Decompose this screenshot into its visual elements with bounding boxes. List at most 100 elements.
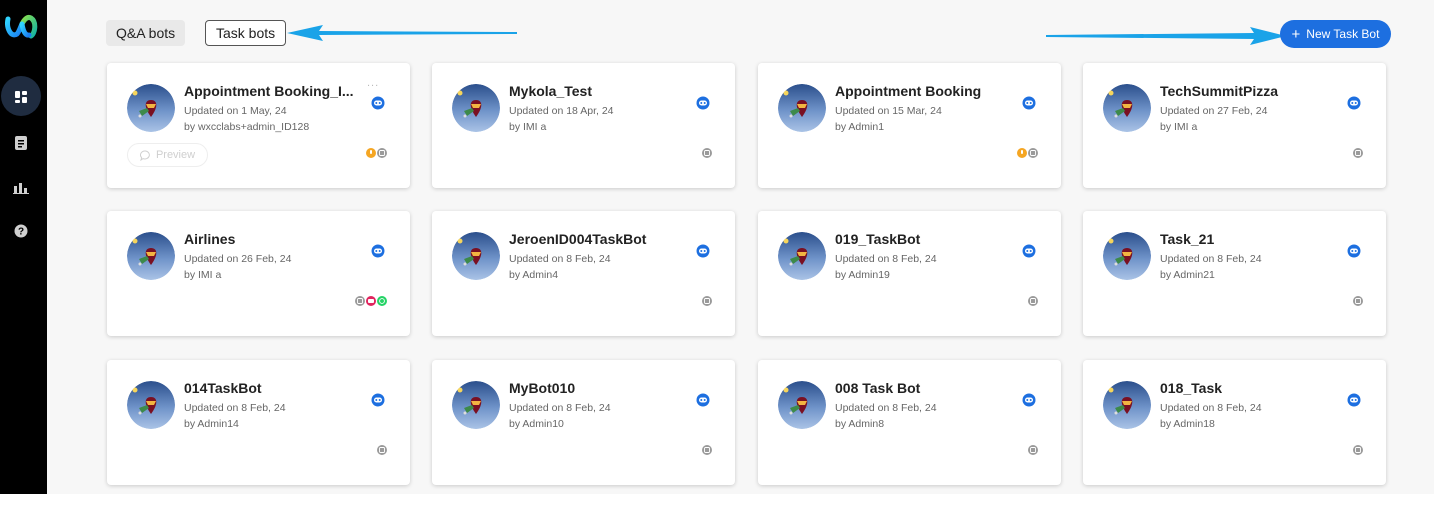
bot-updated: Updated on 18 Apr, 24 xyxy=(509,105,614,117)
bot-name: Mykola_Test xyxy=(509,83,592,99)
bot-type-icon xyxy=(1347,96,1361,110)
bot-card[interactable]: Mykola_Test Updated on 18 Apr, 24 by IMI a xyxy=(432,63,735,188)
bot-card[interactable]: 014TaskBot Updated on 8 Feb, 24 by Admin14 xyxy=(107,360,410,485)
bot-name: TechSummitPizza xyxy=(1160,83,1278,99)
bot-author: by Admin4 xyxy=(509,269,559,281)
bot-avatar xyxy=(452,84,500,132)
bot-updated: Updated on 8 Feb, 24 xyxy=(835,402,937,414)
channel-web-icon xyxy=(1028,296,1038,306)
bot-author: by wxcclabs+admin_ID128 xyxy=(184,121,310,133)
channel-web-icon xyxy=(1028,148,1038,158)
channel-icons xyxy=(366,148,387,158)
bot-avatar xyxy=(778,84,826,132)
channel-icons xyxy=(1353,148,1363,158)
bot-name: JeroenID004TaskBot xyxy=(509,231,647,247)
bot-name: Airlines xyxy=(184,231,236,247)
bot-type-icon xyxy=(371,393,385,407)
dashboard-icon[interactable] xyxy=(10,86,32,108)
channel-web-icon xyxy=(702,296,712,306)
bot-author: by Admin14 xyxy=(184,418,239,430)
bot-name: 019_TaskBot xyxy=(835,231,921,247)
bot-card[interactable]: Appointment Booking Updated on 15 Mar, 24… xyxy=(758,63,1061,188)
bot-author: by IMI a xyxy=(1160,121,1198,133)
bot-type-icon xyxy=(1022,393,1036,407)
bot-name: 018_Task xyxy=(1160,380,1223,396)
svg-text:?: ? xyxy=(18,227,24,238)
bot-avatar xyxy=(778,381,826,429)
bot-avatar xyxy=(1103,232,1151,280)
channel-icons xyxy=(1353,445,1363,455)
preview-button[interactable]: Preview xyxy=(127,143,208,167)
bot-type-icon xyxy=(1347,244,1361,258)
bot-name: Appointment Booking xyxy=(835,83,982,99)
bot-type-icon xyxy=(696,244,710,258)
channel-whatsapp-icon xyxy=(377,296,387,306)
bot-author: by Admin21 xyxy=(1160,269,1215,281)
bot-card[interactable]: 018_Task Updated on 8 Feb, 24 by Admin18 xyxy=(1083,360,1386,485)
bot-updated: Updated on 8 Feb, 24 xyxy=(509,253,611,265)
bot-avatar xyxy=(1103,381,1151,429)
bot-author: by IMI a xyxy=(509,121,547,133)
bot-avatar xyxy=(778,232,826,280)
channel-icons xyxy=(1017,148,1038,158)
channel-voice-icon xyxy=(1017,148,1027,158)
bot-card[interactable]: 019_TaskBot Updated on 8 Feb, 24 by Admin1… xyxy=(758,211,1061,336)
bot-name: 014TaskBot xyxy=(184,380,262,396)
bot-card[interactable]: MyBot010 Updated on 8 Feb, 24 by Admin10 xyxy=(432,360,735,485)
bot-avatar xyxy=(127,381,175,429)
bot-card[interactable]: Task_21 Updated on 8 Feb, 24 by Admin21 xyxy=(1083,211,1386,336)
bot-type-icon xyxy=(371,96,385,110)
bot-updated: Updated on 8 Feb, 24 xyxy=(1160,253,1262,265)
tab-task-bots[interactable]: Task bots xyxy=(205,20,287,46)
bot-type-icon xyxy=(1022,244,1036,258)
bot-avatar xyxy=(127,84,175,132)
help-icon[interactable]: ? xyxy=(10,220,32,242)
bot-type-icon xyxy=(371,244,385,258)
main-content: Q&A bots Task bots + New Task Bot Appoin… xyxy=(47,0,1434,494)
sidebar: ? xyxy=(0,0,47,494)
channel-icons xyxy=(377,445,387,455)
bot-avatar xyxy=(452,381,500,429)
bot-avatar xyxy=(127,232,175,280)
bot-updated: Updated on 15 Mar, 24 xyxy=(835,105,942,117)
channel-web-icon xyxy=(377,148,387,158)
annotation-arrow-left xyxy=(287,25,517,41)
preview-label: Preview xyxy=(155,149,196,161)
bottom-strip xyxy=(0,494,1434,507)
bot-type-icon xyxy=(1347,393,1361,407)
new-task-bot-button[interactable]: + New Task Bot xyxy=(1280,20,1391,48)
channel-icons xyxy=(1028,445,1038,455)
bot-name: MyBot010 xyxy=(509,380,576,396)
bar-chart-icon[interactable] xyxy=(10,176,32,198)
plus-icon: + xyxy=(1291,25,1301,43)
webex-logo-icon xyxy=(5,15,38,39)
tab-qa-bots[interactable]: Q&A bots xyxy=(106,20,186,46)
more-options-icon[interactable]: ... xyxy=(367,77,379,89)
bot-author: by Admin19 xyxy=(835,269,890,281)
channel-web-icon xyxy=(1353,445,1363,455)
bot-card[interactable]: TechSummitPizza Updated on 27 Feb, 24 by I… xyxy=(1083,63,1386,188)
bot-card[interactable]: JeroenID004TaskBot Updated on 8 Feb, 24 by… xyxy=(432,211,735,336)
bot-card[interactable]: Appointment Booking_I... Updated on 1 May… xyxy=(107,63,410,188)
new-task-bot-label: New Task Bot xyxy=(1306,27,1380,41)
channel-sms-icon xyxy=(366,296,376,306)
bot-updated: Updated on 1 May, 24 xyxy=(184,105,287,117)
channel-icons xyxy=(1028,296,1038,306)
channel-web-icon xyxy=(1353,148,1363,158)
bot-avatar xyxy=(452,232,500,280)
bot-type-icon xyxy=(696,96,710,110)
bot-name: 008 Task Bot xyxy=(835,380,921,396)
bot-updated: Updated on 8 Feb, 24 xyxy=(509,402,611,414)
chat-bubble-icon xyxy=(139,149,150,161)
channel-icons xyxy=(702,445,712,455)
channel-icons xyxy=(1353,296,1363,306)
channel-icons xyxy=(355,296,387,306)
channel-web-icon xyxy=(1028,445,1038,455)
bot-card[interactable]: Airlines Updated on 26 Feb, 24 by IMI a xyxy=(107,211,410,336)
bot-card[interactable]: 008 Task Bot Updated on 8 Feb, 24 by Admin… xyxy=(758,360,1061,485)
document-icon[interactable] xyxy=(10,132,32,154)
bot-author: by Admin1 xyxy=(835,121,885,133)
channel-web-icon xyxy=(355,296,365,306)
channel-web-icon xyxy=(377,445,387,455)
bot-type-icon xyxy=(696,393,710,407)
